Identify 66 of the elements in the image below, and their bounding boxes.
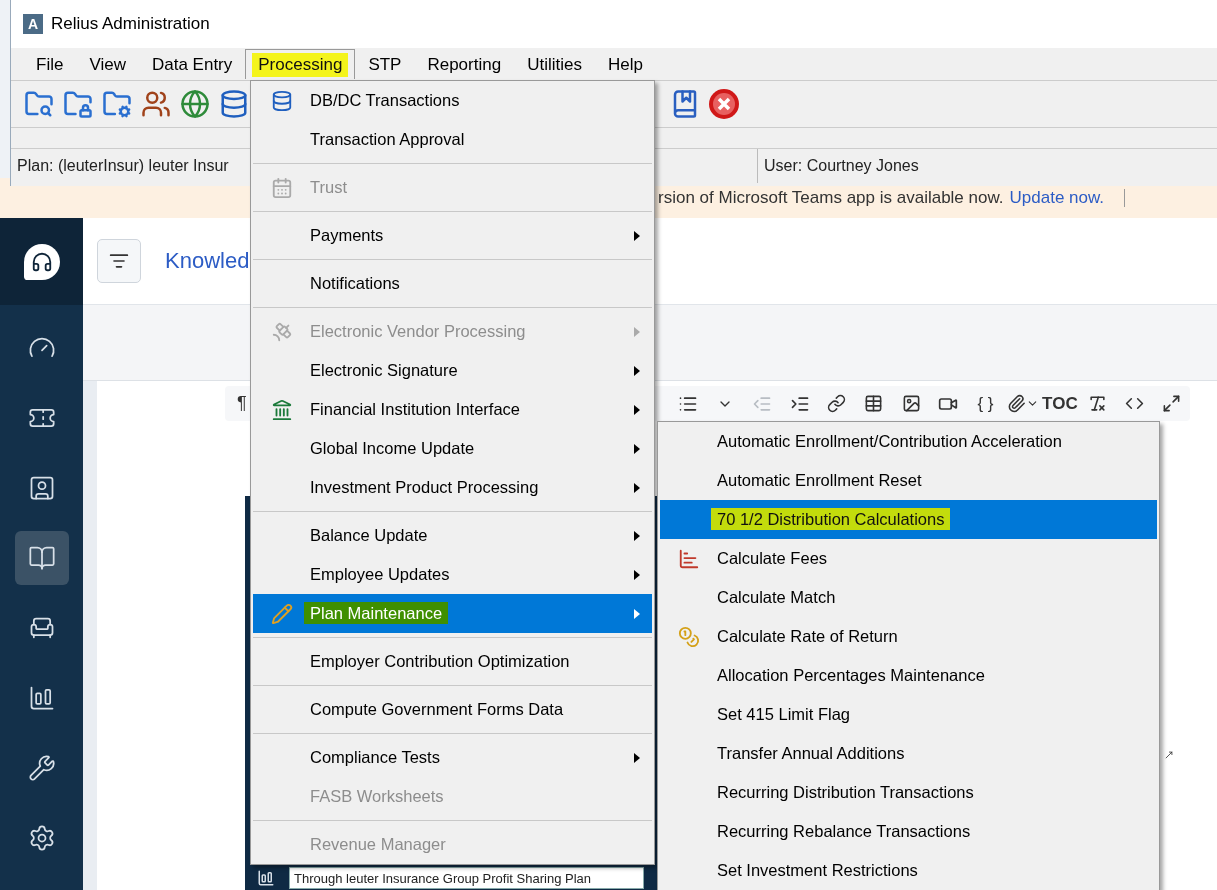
paperclip-icon <box>1006 394 1026 413</box>
menu-item[interactable]: Global Income Update <box>253 429 652 468</box>
menu-item[interactable]: Calculate Rate of Return <box>660 617 1157 656</box>
app-logo: A <box>23 14 43 34</box>
expand-arrow-icon <box>1164 750 1174 760</box>
menu-item[interactable]: 70 1/2 Distribution Calculations <box>660 500 1157 539</box>
satellite-dish-icon <box>270 320 293 343</box>
text-field[interactable]: Through leuter Insurance Group Profit Sharing Plan <box>289 867 644 889</box>
pencil-icon <box>270 602 293 625</box>
menu-item[interactable]: Payments <box>253 216 652 255</box>
menu-bar-item[interactable]: Reporting <box>414 49 515 79</box>
expand-icon <box>1161 394 1181 413</box>
paragraph-button[interactable]: ¶ <box>237 393 247 414</box>
link-icon <box>827 394 847 413</box>
menu-item[interactable]: Compliance Tests <box>253 738 652 777</box>
menu-item[interactable]: Balance Update <box>253 516 652 555</box>
sidebar-item[interactable] <box>14 531 69 585</box>
toc-button[interactable]: TOC <box>1041 393 1079 414</box>
menu-item[interactable]: Calculate Match <box>660 578 1157 617</box>
menu-bar-item[interactable]: Utilities <box>514 49 595 79</box>
menu-item[interactable]: Compute Government Forms Data <box>253 690 652 729</box>
database-icon <box>270 89 293 112</box>
building-icon <box>270 398 293 421</box>
menu-item[interactable]: Recurring Distribution Transactions <box>660 773 1157 812</box>
window-title: Relius Administration <box>51 14 210 34</box>
filter-icon <box>109 251 129 271</box>
headset-icon <box>30 250 53 273</box>
close-icon[interactable] <box>708 88 740 120</box>
menu-item[interactable]: Automatic Enrollment Reset <box>660 461 1157 500</box>
menu-item[interactable]: Set Investment Restrictions <box>660 851 1157 890</box>
menu-item[interactable]: Transfer Annual Additions <box>660 734 1157 773</box>
menu-item[interactable]: Investment Product Processing <box>253 468 652 507</box>
table-icon <box>864 394 884 413</box>
wrench-icon <box>27 754 56 782</box>
menu-item[interactable]: Set 415 Limit Flag <box>660 695 1157 734</box>
menu-item[interactable]: DB/DC Transactions <box>253 81 652 120</box>
clear-format-icon <box>1087 394 1107 413</box>
menu-bar-item[interactable]: Data Entry <box>138 49 246 79</box>
menu-item[interactable]: Notifications <box>253 264 652 303</box>
menu-item[interactable]: Plan Maintenance <box>253 594 652 633</box>
menu-item[interactable]: Calculate Fees <box>660 539 1157 578</box>
menu-bar-item[interactable]: Processing <box>245 49 356 79</box>
menu-item[interactable]: Employee Updates <box>253 555 652 594</box>
menu-item[interactable]: Financial Institution Interface <box>253 390 652 429</box>
menu-bar-item[interactable]: STP <box>355 49 415 79</box>
globe-icon[interactable] <box>179 88 211 120</box>
image-icon <box>901 394 921 413</box>
menu-item[interactable]: Recurring Rebalance Transactions <box>660 812 1157 851</box>
menu-item[interactable]: Automatic Enrollment/Contribution Acceleration <box>660 422 1157 461</box>
chart-icon <box>677 547 700 570</box>
menu-bar-item[interactable]: Help <box>594 49 656 79</box>
menu-bar-item[interactable]: File <box>23 49 77 79</box>
menu-bar-item[interactable]: View <box>76 49 139 79</box>
filter-button[interactable] <box>97 239 141 283</box>
page-title: Knowled <box>165 248 250 274</box>
book-icon <box>27 544 56 572</box>
coins-icon <box>677 625 700 648</box>
user-status: User: Courtney Jones <box>758 149 1217 183</box>
menu-item[interactable]: Allocation Percentages Maintenance <box>660 656 1157 695</box>
code-block-button[interactable]: { } <box>966 393 1005 414</box>
bar-chart-icon <box>257 869 275 887</box>
menu-item[interactable]: Electronic Signature <box>253 351 652 390</box>
update-link[interactable]: Update now. <box>1009 188 1105 208</box>
update-notice: rsion of Microsoft Teams app is available now. <box>658 188 1004 208</box>
calendar-icon <box>270 176 293 199</box>
menu-item[interactable]: Employer Contribution Optimization <box>253 642 652 681</box>
